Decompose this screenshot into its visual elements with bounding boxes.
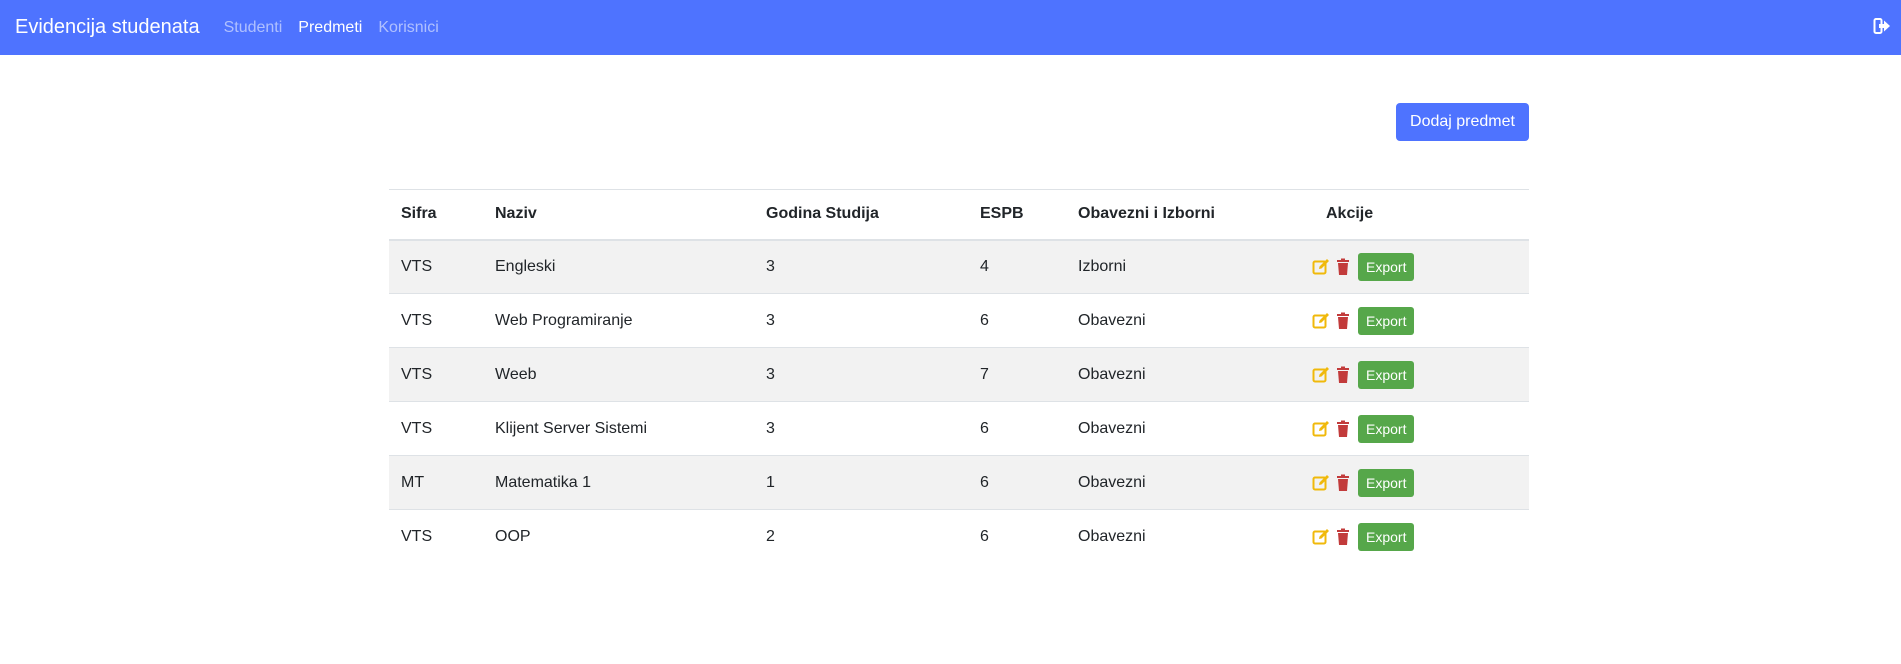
- cell-tip: Obavezni: [1066, 347, 1300, 402]
- top-navbar: Evidencija studenata Studenti Predmeti K…: [0, 0, 1901, 55]
- cell-actions: Export: [1300, 293, 1529, 348]
- cell-sifra: VTS: [389, 509, 483, 564]
- cell-sifra: VTS: [389, 401, 483, 456]
- row-actions: Export: [1312, 360, 1517, 389]
- add-subject-button[interactable]: Dodaj predmet: [1396, 103, 1529, 141]
- column-header-akcije: Akcije: [1300, 189, 1529, 241]
- cell-naziv: Matematika 1: [483, 455, 754, 510]
- cell-sifra: VTS: [389, 293, 483, 348]
- cell-actions: Export: [1300, 401, 1529, 456]
- cell-naziv: Engleski: [483, 239, 754, 294]
- cell-espb: 6: [968, 293, 1066, 348]
- nav-link-korisnici[interactable]: Korisnici: [378, 19, 438, 37]
- cell-godina: 1: [754, 455, 968, 510]
- table-row: VTS Klijent Server Sistemi 3 6 Obavezni Expor…: [389, 401, 1529, 456]
- cell-naziv: Weeb: [483, 347, 754, 402]
- table-row: VTS Web Programiranje 3 6 Obavezni Export: [389, 293, 1529, 348]
- cell-espb: 4: [968, 239, 1066, 294]
- table-row: VTS OOP 2 6 Obavezni Export: [389, 509, 1529, 564]
- cell-espb: 6: [968, 455, 1066, 510]
- cell-sifra: VTS: [389, 239, 483, 294]
- table-body: VTS Engleski 3 4 Izborni Export VTS Web Program…: [389, 239, 1529, 564]
- sign-out-icon[interactable]: [1873, 17, 1891, 35]
- trash-icon[interactable]: [1334, 312, 1352, 330]
- cell-naziv: Klijent Server Sistemi: [483, 401, 754, 456]
- table-row: MT Matematika 1 1 6 Obavezni Export: [389, 455, 1529, 510]
- cell-tip: Obavezni: [1066, 455, 1300, 510]
- table-row: VTS Weeb 3 7 Obavezni Export: [389, 347, 1529, 402]
- table-header-row: Sifra Naziv Godina Studija ESPB Obavezni…: [389, 189, 1529, 241]
- row-actions: Export: [1312, 306, 1517, 335]
- cell-naziv: OOP: [483, 509, 754, 564]
- column-header-sifra: Sifra: [389, 189, 483, 241]
- cell-sifra: VTS: [389, 347, 483, 402]
- cell-tip: Obavezni: [1066, 401, 1300, 456]
- row-actions: Export: [1312, 468, 1517, 497]
- cell-sifra: MT: [389, 455, 483, 510]
- edit-icon[interactable]: [1312, 420, 1330, 438]
- cell-espb: 7: [968, 347, 1066, 402]
- edit-icon[interactable]: [1312, 528, 1330, 546]
- export-button[interactable]: Export: [1358, 414, 1415, 443]
- trash-icon[interactable]: [1334, 474, 1352, 492]
- edit-icon[interactable]: [1312, 258, 1330, 276]
- trash-icon[interactable]: [1334, 258, 1352, 276]
- export-button[interactable]: Export: [1358, 252, 1415, 281]
- cell-godina: 3: [754, 293, 968, 348]
- subjects-table: Sifra Naziv Godina Studija ESPB Obavezni…: [389, 189, 1529, 564]
- cell-tip: Izborni: [1066, 239, 1300, 294]
- cell-godina: 2: [754, 509, 968, 564]
- trash-icon[interactable]: [1334, 366, 1352, 384]
- nav-link-studenti[interactable]: Studenti: [224, 19, 283, 37]
- export-button[interactable]: Export: [1358, 306, 1415, 335]
- export-button[interactable]: Export: [1358, 522, 1415, 551]
- column-header-espb: ESPB: [968, 189, 1066, 241]
- cell-actions: Export: [1300, 239, 1529, 294]
- row-actions: Export: [1312, 414, 1517, 443]
- nav-link-predmeti[interactable]: Predmeti: [298, 19, 362, 37]
- cell-espb: 6: [968, 509, 1066, 564]
- column-header-tip: Obavezni i Izborni: [1066, 189, 1300, 241]
- cell-godina: 3: [754, 239, 968, 294]
- cell-naziv: Web Programiranje: [483, 293, 754, 348]
- column-header-godina: Godina Studija: [754, 189, 968, 241]
- cell-godina: 3: [754, 347, 968, 402]
- cell-tip: Obavezni: [1066, 509, 1300, 564]
- navbar-brand[interactable]: Evidencija studenata: [15, 16, 200, 39]
- edit-icon[interactable]: [1312, 312, 1330, 330]
- edit-icon[interactable]: [1312, 366, 1330, 384]
- cell-godina: 3: [754, 401, 968, 456]
- row-actions: Export: [1312, 252, 1517, 281]
- row-actions: Export: [1312, 522, 1517, 551]
- cell-tip: Obavezni: [1066, 293, 1300, 348]
- trash-icon[interactable]: [1334, 420, 1352, 438]
- cell-actions: Export: [1300, 347, 1529, 402]
- edit-icon[interactable]: [1312, 474, 1330, 492]
- export-button[interactable]: Export: [1358, 360, 1415, 389]
- column-header-naziv: Naziv: [483, 189, 754, 241]
- cell-actions: Export: [1300, 455, 1529, 510]
- cell-espb: 6: [968, 401, 1066, 456]
- table-row: VTS Engleski 3 4 Izborni Export: [389, 239, 1529, 294]
- cell-actions: Export: [1300, 509, 1529, 564]
- trash-icon[interactable]: [1334, 528, 1352, 546]
- export-button[interactable]: Export: [1358, 468, 1415, 497]
